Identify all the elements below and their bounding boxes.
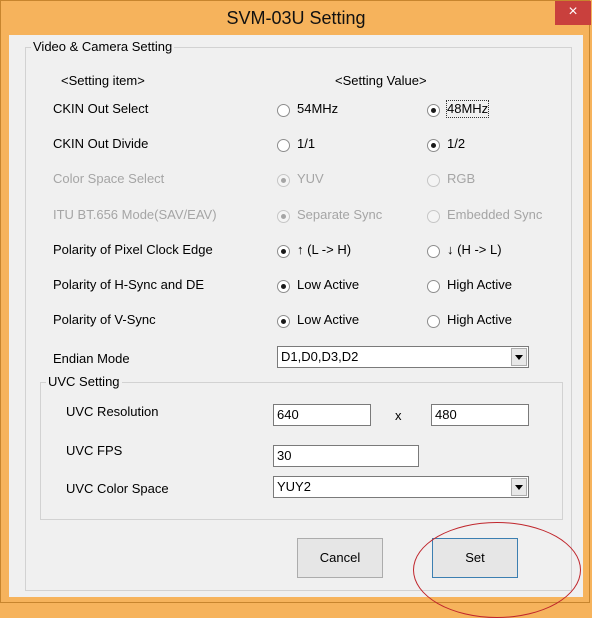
cancel-button[interactable]: Cancel [297,538,383,578]
endian-mode-value: D1,D0,D3,D2 [281,349,359,364]
radio-option-label: RGB [447,171,476,186]
radio-circle-icon [277,315,290,328]
radio-button [427,173,440,187]
radio-option-label[interactable]: 1/2 [447,136,465,152]
radio-option-label: Embedded Sync [447,207,543,222]
uvc-fps-field[interactable]: 30 [273,445,419,467]
radio-circle-icon [427,139,440,152]
radio-circle-icon [277,280,290,293]
uvc-fps-label: UVC FPS [66,443,123,458]
window-title: SVM-03U Setting [226,8,366,28]
uvc-color-space-select[interactable]: YUY2 [273,476,529,498]
radio-option-label[interactable]: 54MHz [297,101,338,117]
set-button[interactable]: Set [432,538,518,578]
radio-circle-icon [277,104,290,117]
radio-button[interactable] [427,244,440,258]
close-button[interactable]: × [555,1,591,25]
dialog-body: Video & Camera Setting <Setting item> <S… [9,35,583,597]
chevron-down-icon[interactable] [511,478,527,496]
radio-circle-icon [277,139,290,152]
uvc-legend: UVC Setting [46,374,122,389]
uvc-color-space-value: YUY2 [277,479,311,494]
radio-option-label[interactable]: ↑ (L -> H) [297,242,351,258]
uvc-width-field[interactable]: 640 [273,404,371,426]
radio-button[interactable] [277,314,290,328]
radio-option-label[interactable]: Low Active [297,277,359,293]
radio-option-label[interactable]: Low Active [297,312,359,328]
radio-button [427,209,440,223]
radio-option-label[interactable]: 1/1 [297,136,315,152]
radio-button[interactable] [277,103,290,117]
radio-circle-icon [277,210,290,223]
title-bar[interactable]: SVM-03U Setting × [1,1,591,35]
radio-button[interactable] [277,244,290,258]
settings-window: SVM-03U Setting × Video & Camera Setting… [0,0,591,618]
radio-button[interactable] [277,138,290,152]
radio-option-label[interactable]: 48MHz [445,100,490,118]
radio-button[interactable] [277,279,290,293]
radio-button[interactable] [427,314,440,328]
video-camera-legend: Video & Camera Setting [31,39,175,54]
radio-circle-icon [427,280,440,293]
radio-circle-icon [427,104,440,117]
setting-label: CKIN Out Divide [53,136,149,151]
radio-button[interactable] [427,103,440,117]
endian-mode-label: Endian Mode [53,351,130,366]
radio-button[interactable] [427,279,440,293]
setting-label: Polarity of H-Sync and DE [53,277,205,292]
radio-circle-icon [277,174,290,187]
radio-button[interactable] [427,138,440,152]
setting-label: ITU BT.656 Mode(SAV/EAV) [53,207,217,222]
setting-label: Polarity of V-Sync [53,312,156,327]
radio-option-label: Separate Sync [297,207,383,222]
radio-circle-icon [427,174,440,187]
close-icon: × [568,3,578,20]
setting-label: CKIN Out Select [53,101,149,116]
radio-button [277,209,290,223]
uvc-height-field[interactable]: 480 [431,404,529,426]
chevron-down-icon[interactable] [511,348,527,366]
uvc-color-space-label: UVC Color Space [66,481,169,496]
setting-label: Color Space Select [53,171,165,186]
radio-circle-icon [427,210,440,223]
radio-option-label: YUV [297,171,324,186]
radio-circle-icon [427,315,440,328]
radio-button [277,173,290,187]
setting-label: Polarity of Pixel Clock Edge [53,242,213,257]
resolution-x-label: x [395,408,402,423]
setting-value-header: <Setting Value> [335,73,427,88]
endian-mode-select[interactable]: D1,D0,D3,D2 [277,346,529,368]
radio-option-label[interactable]: High Active [447,312,512,328]
radio-circle-icon [277,245,290,258]
uvc-resolution-label: UVC Resolution [66,404,159,419]
setting-item-header: <Setting item> [61,73,145,88]
radio-option-label[interactable]: High Active [447,277,512,293]
radio-option-label[interactable]: ↓ (H -> L) [447,242,502,258]
radio-circle-icon [427,245,440,258]
